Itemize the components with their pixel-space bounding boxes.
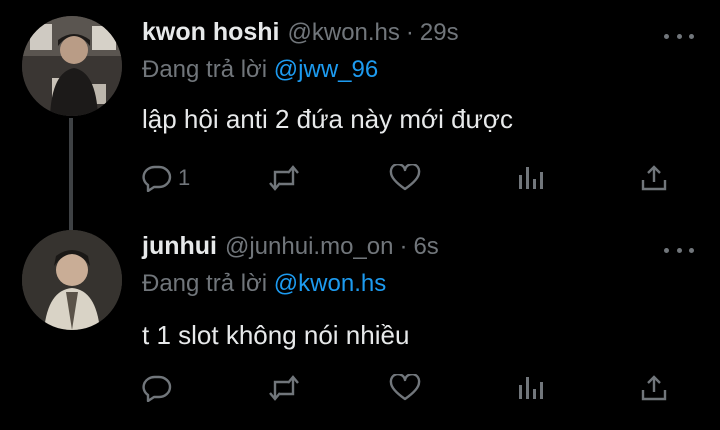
tweet-text: lập hội anti 2 đứa này mới được	[142, 104, 513, 134]
reply-button[interactable]	[142, 374, 178, 402]
views-button[interactable]	[517, 164, 545, 192]
like-icon	[389, 374, 421, 401]
display-name[interactable]: kwon hoshi	[142, 18, 280, 47]
replying-to: Đang trả lời @jww_96	[142, 56, 378, 84]
mention-link[interactable]: @kwon.hs	[274, 270, 386, 297]
avatar[interactable]	[22, 230, 122, 330]
like-icon	[389, 164, 421, 191]
timestamp[interactable]: 29s	[420, 19, 459, 47]
reply-button[interactable]: 1	[142, 164, 190, 192]
retweet-icon	[269, 165, 299, 191]
separator-dot: ·	[399, 233, 408, 260]
tweet-header: kwon hoshi @kwon.hs · 29s	[142, 18, 459, 52]
thread-line	[69, 118, 73, 230]
tweet-text: t 1 slot không nói nhiều	[142, 320, 410, 350]
timestamp[interactable]: 6s	[413, 233, 438, 261]
handle[interactable]: @junhui.mo_on	[225, 233, 393, 261]
mention-link[interactable]: @jww_96	[274, 56, 378, 83]
separator-dot: ·	[405, 19, 414, 46]
reply-icon	[142, 165, 172, 192]
retweet-button[interactable]	[268, 374, 300, 402]
retweet-icon	[269, 375, 299, 401]
share-button[interactable]	[640, 164, 668, 192]
avatar[interactable]	[22, 16, 122, 116]
reply-count: 1	[178, 165, 191, 190]
user-photo-icon	[22, 16, 122, 116]
replying-to-label: Đang trả lời	[142, 270, 268, 297]
handle[interactable]: @kwon.hs	[288, 19, 400, 47]
like-button[interactable]	[389, 374, 421, 402]
share-button[interactable]	[640, 374, 668, 402]
views-icon	[519, 377, 543, 399]
more-icon[interactable]	[664, 240, 694, 260]
user-photo-icon	[22, 230, 122, 330]
share-icon	[641, 165, 667, 191]
tweet-header: junhui @junhui.mo_on · 6s	[142, 232, 439, 266]
replying-to: Đang trả lời @kwon.hs	[142, 270, 386, 298]
retweet-button[interactable]	[268, 164, 300, 192]
like-button[interactable]	[389, 164, 421, 192]
replying-to-label: Đang trả lời	[142, 56, 268, 83]
reply-icon	[142, 375, 172, 402]
views-icon	[519, 167, 543, 189]
more-icon[interactable]	[664, 26, 694, 46]
views-button[interactable]	[517, 374, 545, 402]
display-name[interactable]: junhui	[142, 232, 217, 261]
share-icon	[641, 375, 667, 401]
